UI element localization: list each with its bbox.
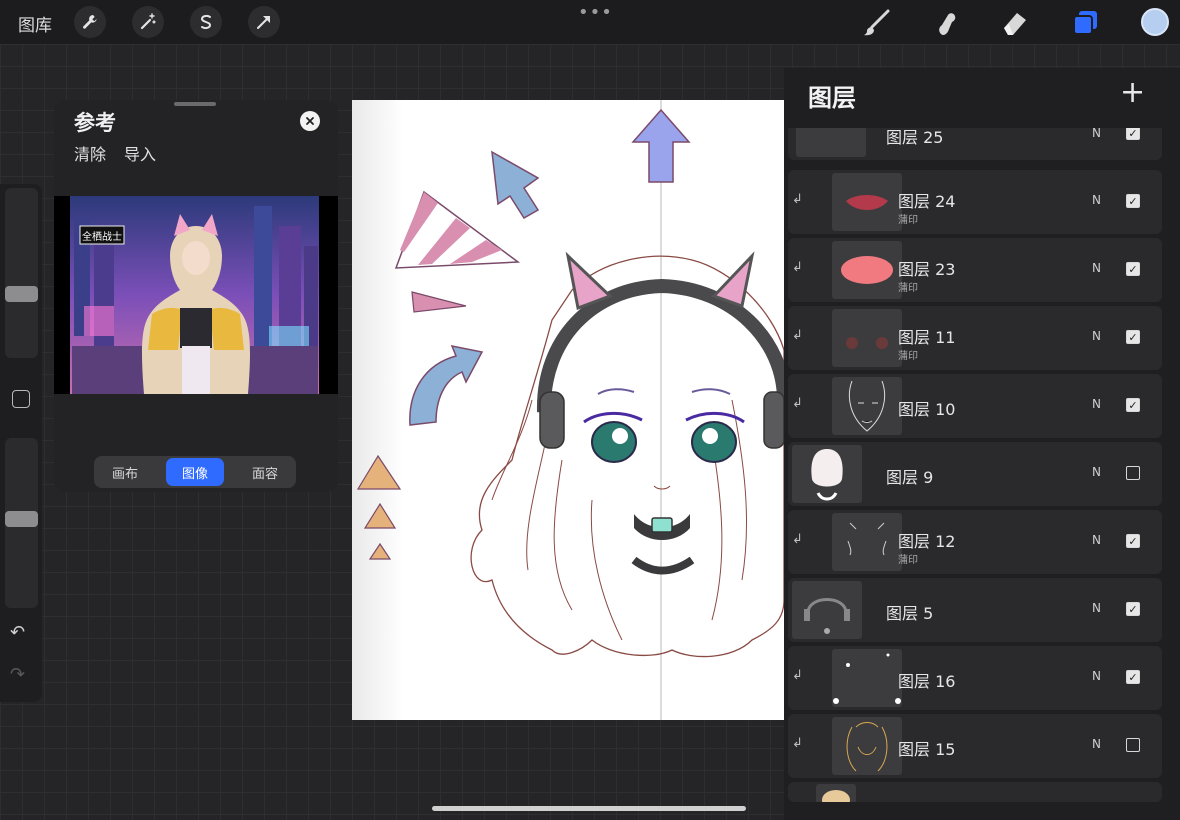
- layers-panel: 图层 + 图层 25 N ✓ 图层 + ↲ 图层 24 蒲印 N ✓ ↲ 图层 …: [784, 68, 1180, 820]
- more-menu-icon[interactable]: •••: [578, 2, 613, 23]
- blend-mode-button[interactable]: N: [1092, 329, 1101, 343]
- layer-row[interactable]: ↲ 图层 11 蒲印 N ✓: [788, 306, 1162, 370]
- opacity-thumb[interactable]: [5, 511, 38, 527]
- redo-button[interactable]: ↷: [10, 664, 25, 685]
- clipping-mask-icon: ↲: [792, 668, 803, 683]
- layer-sublabel: 蒲印: [898, 555, 918, 566]
- left-sidebar: ↶ ↷: [0, 184, 42, 702]
- reference-title: 参考: [74, 111, 116, 135]
- blend-mode-button[interactable]: N: [1092, 465, 1101, 479]
- add-layer-overlay[interactable]: +: [1120, 78, 1145, 108]
- visibility-checkbox[interactable]: ✓: [1126, 126, 1140, 140]
- segment-face[interactable]: 面容: [236, 458, 294, 486]
- layer-name: 图层 12: [898, 532, 956, 551]
- layer-thumbnail: [816, 784, 856, 802]
- close-icon[interactable]: [300, 111, 320, 131]
- drawing-canvas[interactable]: [352, 100, 784, 720]
- brush-icon[interactable]: [860, 6, 894, 40]
- undo-button[interactable]: ↶: [10, 622, 25, 643]
- segment-canvas[interactable]: 画布: [96, 458, 154, 486]
- smudge-icon[interactable]: [929, 6, 963, 40]
- blend-mode-button[interactable]: N: [1092, 601, 1101, 615]
- gallery-button[interactable]: 图库: [18, 11, 52, 36]
- layer-row[interactable]: ↲ 图层 10 N ✓: [788, 374, 1162, 438]
- layer-row[interactable]: ↲ 图层 24 蒲印 N ✓: [788, 170, 1162, 234]
- visibility-checkbox[interactable]: [1126, 738, 1140, 752]
- brush-size-thumb[interactable]: [5, 286, 38, 302]
- clear-button[interactable]: 清除: [74, 141, 106, 165]
- home-indicator[interactable]: [432, 806, 746, 811]
- visibility-checkbox[interactable]: ✓: [1126, 534, 1140, 548]
- visibility-checkbox[interactable]: ✓: [1126, 330, 1140, 344]
- visibility-checkbox[interactable]: ✓: [1126, 398, 1140, 412]
- blend-mode-button[interactable]: N: [1092, 261, 1101, 275]
- layer-row[interactable]: 图层 9 N: [788, 442, 1162, 506]
- layer-row[interactable]: ↲ 图层 12 蒲印 N ✓: [788, 510, 1162, 574]
- layer-name: 图层 16: [898, 672, 956, 691]
- visibility-checkbox[interactable]: ✓: [1126, 262, 1140, 276]
- blend-mode-button[interactable]: N: [1092, 193, 1101, 207]
- reference-image: 全栖战士: [54, 196, 338, 394]
- layer-thumbnail: [832, 309, 902, 367]
- layers-title-overlay: 图层: [808, 84, 856, 112]
- brush-size-slider[interactable]: [5, 188, 38, 358]
- layer-name: 图层 5: [886, 604, 934, 623]
- layer-thumbnail: [832, 173, 902, 231]
- layer-name: 图层 24: [898, 192, 956, 211]
- layer-name: 图层 15: [898, 740, 956, 759]
- clipping-mask-icon: ↲: [792, 260, 803, 275]
- layer-sublabel: 蒲印: [898, 351, 918, 362]
- top-toolbar: 图库 •••: [0, 0, 1180, 44]
- blend-mode-button[interactable]: N: [1092, 533, 1101, 547]
- layer-row[interactable]: [788, 782, 1162, 802]
- layer-name: 图层 11: [898, 328, 956, 347]
- visibility-checkbox[interactable]: [1126, 466, 1140, 480]
- blend-mode-button[interactable]: N: [1092, 126, 1101, 140]
- segment-image[interactable]: 图像: [166, 458, 224, 486]
- clipping-mask-icon: ↲: [792, 736, 803, 751]
- layer-thumbnail: [832, 717, 902, 775]
- clipping-mask-icon: ↲: [792, 396, 803, 411]
- drag-handle[interactable]: [174, 102, 216, 106]
- layer-sublabel: 蒲印: [898, 215, 918, 226]
- layer-thumbnail: [832, 377, 902, 435]
- selection-icon[interactable]: [190, 6, 222, 38]
- canvas-artwork: [352, 100, 784, 720]
- layer-thumbnail: [832, 513, 902, 571]
- magic-wand-icon[interactable]: [132, 6, 164, 38]
- layer-row[interactable]: ↲ 图层 16 N ✓: [788, 646, 1162, 710]
- visibility-checkbox[interactable]: ✓: [1126, 670, 1140, 684]
- layer-sublabel: 蒲印: [898, 283, 918, 294]
- layer-name: 图层 9: [886, 468, 934, 487]
- import-button[interactable]: 导入: [124, 141, 156, 165]
- reference-image-text: 全栖战士: [82, 230, 122, 243]
- visibility-checkbox[interactable]: ✓: [1126, 194, 1140, 208]
- visibility-checkbox[interactable]: ✓: [1126, 602, 1140, 616]
- layers-icon[interactable]: [1068, 6, 1102, 40]
- layer-thumbnail: [832, 649, 902, 707]
- eraser-icon[interactable]: [998, 6, 1032, 40]
- clipping-mask-icon: ↲: [792, 192, 803, 207]
- clipping-mask-icon: ↲: [792, 532, 803, 547]
- layer-row[interactable]: 图层 5 N ✓: [788, 578, 1162, 642]
- layer-row[interactable]: ↲ 图层 15 N: [788, 714, 1162, 778]
- transform-arrow-icon[interactable]: [248, 6, 280, 38]
- layer-thumbnail: [832, 241, 902, 299]
- layer-name: 图层 10: [898, 400, 956, 419]
- wrench-icon[interactable]: [74, 6, 106, 38]
- blend-mode-button[interactable]: N: [1092, 669, 1101, 683]
- layer-name: 图层 23: [898, 260, 956, 279]
- color-picker-swatch[interactable]: [1141, 8, 1169, 36]
- clipping-mask-icon: ↲: [792, 328, 803, 343]
- layer-row[interactable]: ↲ 图层 23 蒲印 N ✓: [788, 238, 1162, 302]
- layer-thumbnail: [792, 581, 862, 639]
- layer-thumbnail: [792, 445, 862, 503]
- reference-panel: 参考 清除 导入 全栖战士 画布 图像 面容: [54, 100, 338, 492]
- blend-mode-button[interactable]: N: [1092, 397, 1101, 411]
- reference-mode-segmented-control: 画布 图像 面容: [94, 456, 296, 488]
- eyedropper-square-button[interactable]: [12, 390, 30, 408]
- blend-mode-button[interactable]: N: [1092, 737, 1101, 751]
